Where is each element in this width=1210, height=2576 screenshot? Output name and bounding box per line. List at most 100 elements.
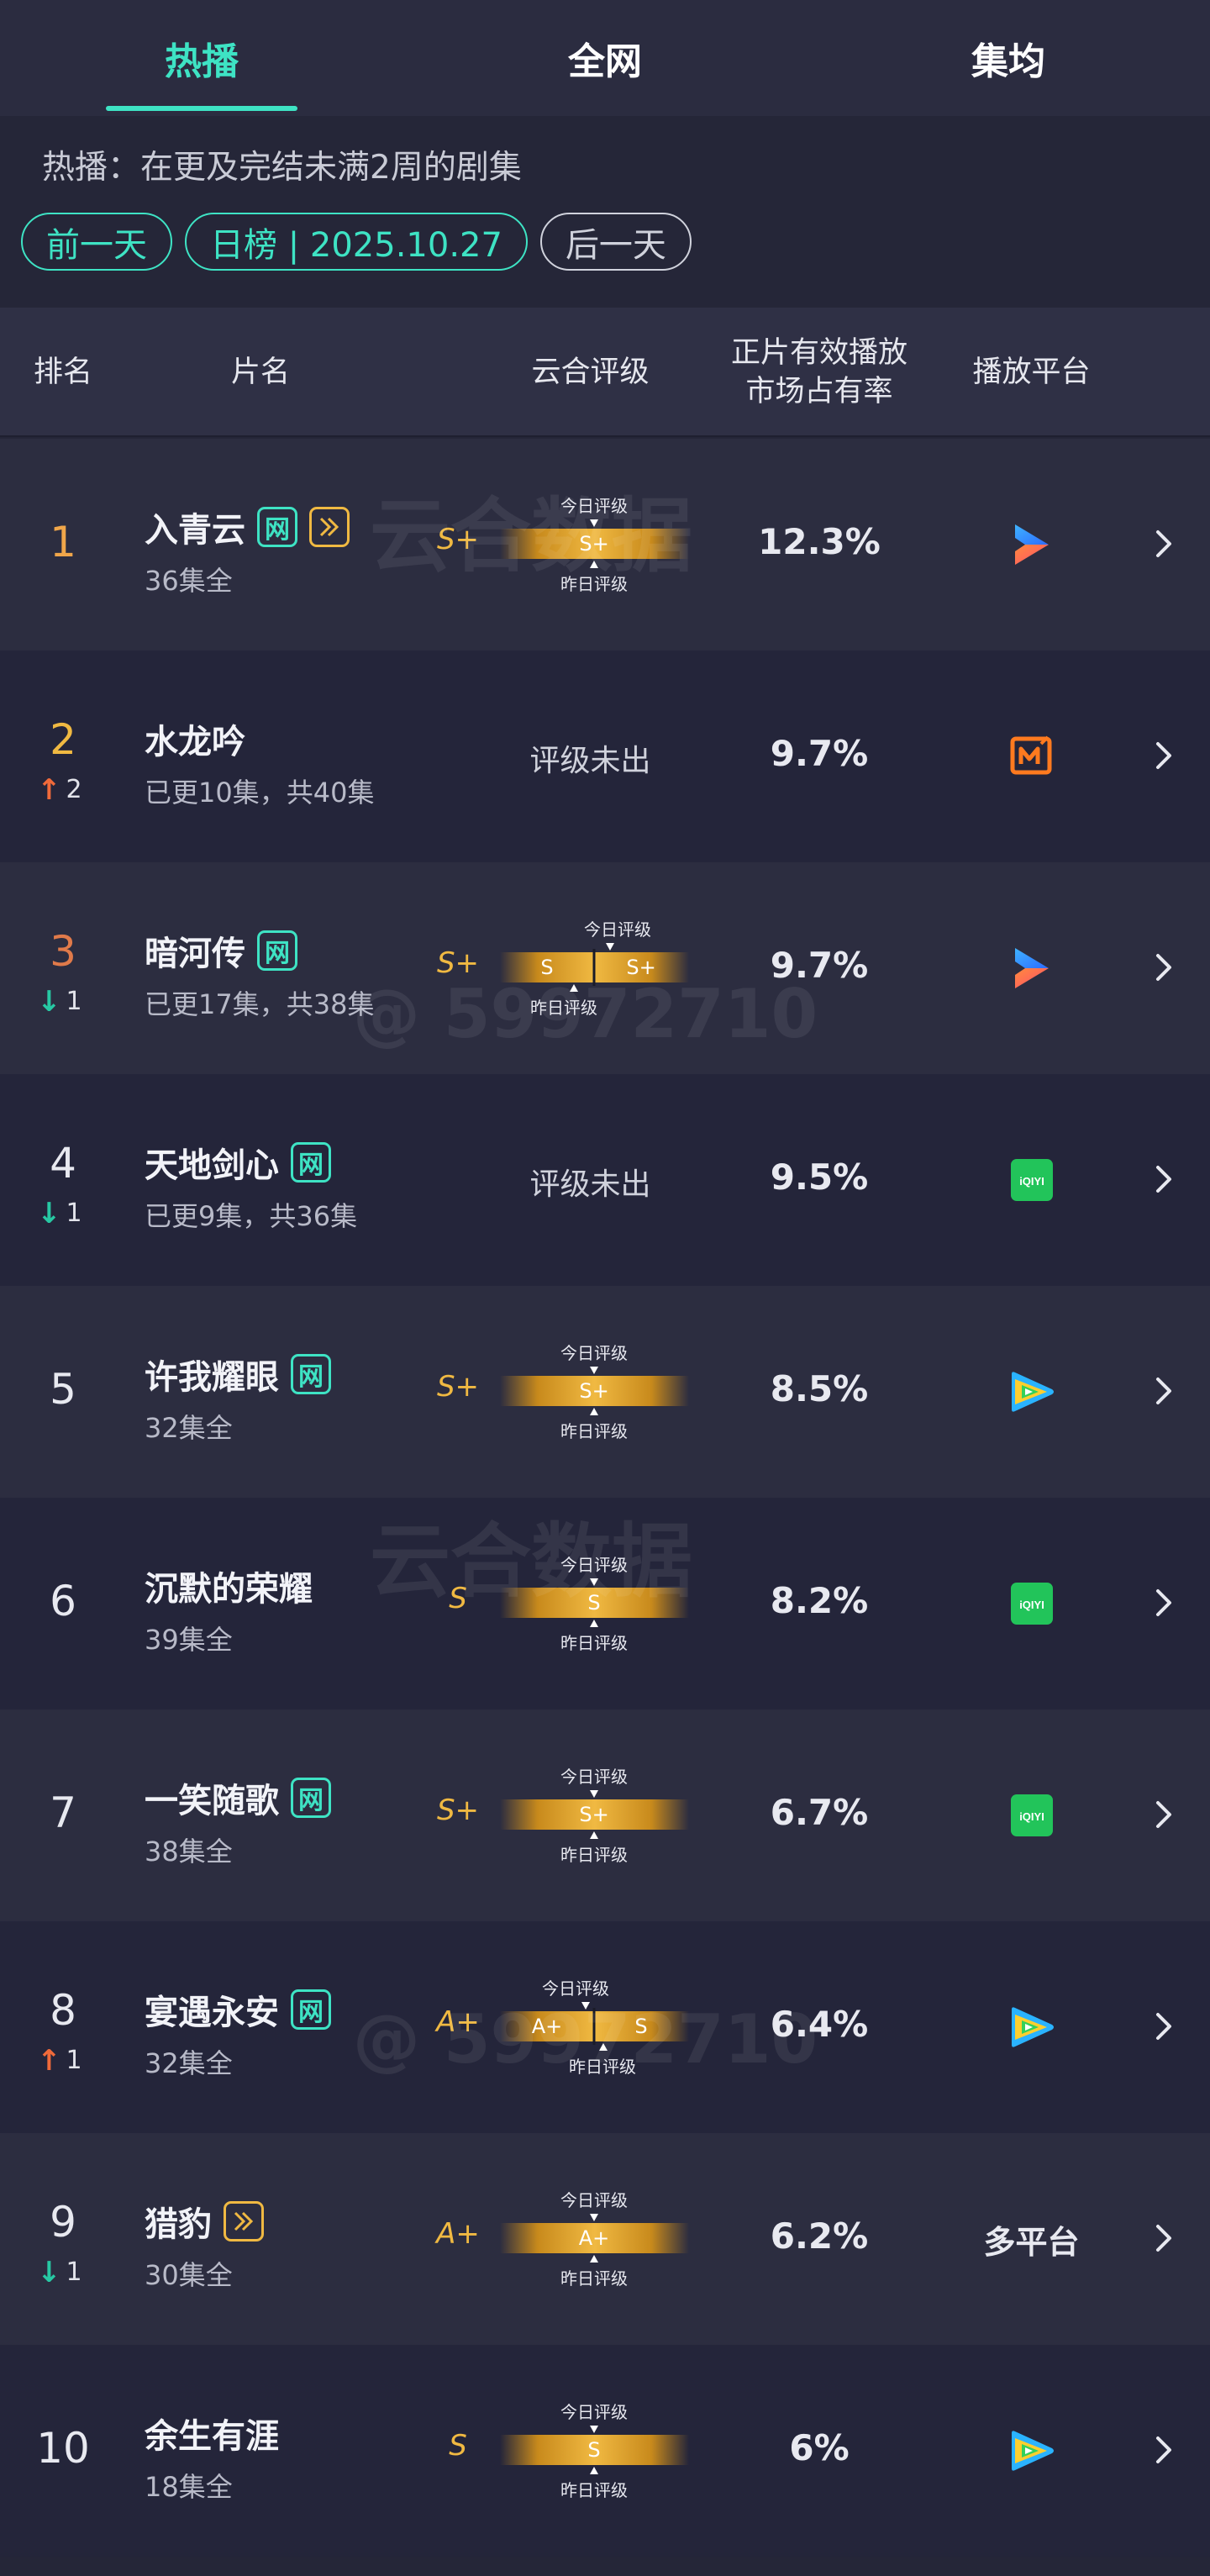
- market-share: 9.7%: [770, 945, 869, 986]
- rank-number: 3: [50, 927, 76, 976]
- drama-title[interactable]: 天地剑心: [145, 1138, 279, 1187]
- platform-cell[interactable]: [958, 2002, 1105, 2052]
- chevron-right-icon[interactable]: [1151, 949, 1176, 986]
- youku-icon: [1014, 948, 1049, 988]
- today-rating-label: 今日评级: [560, 2402, 628, 2422]
- drama-title-line: 猎豹: [145, 2197, 264, 2246]
- table-row[interactable]: 5 许我耀眼网 32集全 S+ 今日评级 S+ 昨日评级 8.5%: [0, 1286, 1210, 1498]
- rating-bar: 今日评级 A+ 昨日评级: [500, 2190, 689, 2289]
- drama-title[interactable]: 一笑随歌: [145, 1773, 279, 1822]
- yesterday-rating-label: 昨日评级: [560, 1421, 628, 1441]
- today-rating-label: 今日评级: [560, 1343, 628, 1363]
- header-platform: 播放平台: [972, 356, 1091, 389]
- market-share: 6%: [789, 2427, 850, 2468]
- chevron-right-icon[interactable]: [1151, 1584, 1176, 1621]
- rating-bar: 今日评级 S+ 昨日评级: [500, 1343, 689, 1441]
- drama-title[interactable]: 水龙吟: [145, 714, 245, 763]
- tencent-video-icon: [1011, 1372, 1054, 1412]
- chevron-right-icon[interactable]: [1151, 2220, 1176, 2257]
- drama-title-line: 宴遇永安网: [145, 1985, 331, 2034]
- platform-cell[interactable]: iQIYI: [958, 1155, 1105, 1205]
- chevron-right-icon[interactable]: [1151, 1161, 1176, 1198]
- youku-icon: [1014, 524, 1049, 565]
- today-rating-label: 今日评级: [542, 1978, 609, 1999]
- platform-cell[interactable]: [958, 2426, 1105, 2476]
- today-rating-label: 今日评级: [560, 496, 628, 516]
- platform-cell[interactable]: [958, 731, 1105, 782]
- table-header: 排名 片名 云合评级 正片有效播放 市场占有率 播放平台: [0, 308, 1210, 437]
- drama-title[interactable]: 入青云: [145, 503, 245, 551]
- yesterday-rating-label: 昨日评级: [560, 2480, 628, 2500]
- rating-grade: S+: [436, 946, 480, 980]
- rating-grade: S+: [436, 523, 480, 556]
- rating-grade: S+: [436, 1794, 480, 1827]
- rank-number: 9: [50, 2198, 76, 2247]
- date-picker-button[interactable]: 日榜 | 2025.10.27: [185, 213, 528, 271]
- rank-number: 6: [50, 1577, 76, 1625]
- drama-title[interactable]: 猎豹: [145, 2197, 212, 2246]
- today-rating-label: 今日评级: [560, 2190, 628, 2210]
- rank-number: 10: [36, 2424, 90, 2473]
- table-row[interactable]: 9 ↓ 1 猎豹 30集全 A+ 今日评级 A+ 昨日评级 6.2% 多平台: [0, 2133, 1210, 2345]
- platform-cell[interactable]: iQIYI: [958, 1578, 1105, 1629]
- table-row[interactable]: 1 入青云网 36集全 S+ 今日评级 S+ 昨日评级 12.3%: [0, 439, 1210, 651]
- chevron-right-icon[interactable]: [1151, 1796, 1176, 1833]
- network-drama-badge: 网: [257, 930, 297, 971]
- drama-title[interactable]: 宴遇永安: [145, 1985, 279, 2034]
- table-row[interactable]: 7 一笑随歌网 38集全 S+ 今日评级 S+ 昨日评级 6.7% iQIYI: [0, 1709, 1210, 1921]
- table-row[interactable]: 10 余生有涯 18集全 S 今日评级 S 昨日评级 6%: [0, 2345, 1210, 2557]
- market-share: 8.5%: [770, 1368, 869, 1409]
- tab-all-network[interactable]: 全网: [403, 0, 807, 116]
- chevron-right-icon[interactable]: [1151, 737, 1176, 774]
- episode-info: 36集全: [145, 565, 233, 597]
- ranking-list: 1 入青云网 36集全 S+ 今日评级 S+ 昨日评级 12.3% 2 ↑ 2 水龙吟 已更10集，共4…: [0, 439, 1210, 2557]
- network-drama-badge: 网: [291, 1142, 331, 1183]
- today-rating-value: S+: [626, 956, 655, 979]
- yesterday-rating-label: 昨日评级: [560, 2268, 628, 2289]
- episode-info: 32集全: [145, 2047, 233, 2079]
- rank-number: 4: [50, 1139, 76, 1188]
- yesterday-rating-label: 昨日评级: [560, 1845, 628, 1865]
- previous-day-button[interactable]: 前一天: [21, 213, 172, 271]
- platform-cell[interactable]: [958, 943, 1105, 993]
- episode-info: 已更10集，共40集: [145, 777, 375, 809]
- next-day-button[interactable]: 后一天: [539, 213, 692, 271]
- rating-bar: S S+ 今日评级昨日评级: [500, 919, 689, 1018]
- drama-title-line: 入青云网: [145, 503, 350, 551]
- drama-title[interactable]: 暗河传: [145, 926, 245, 975]
- header-share-line1: 正片有效播放: [730, 336, 908, 370]
- yesterday-rating-value: S: [540, 956, 553, 979]
- platform-cell[interactable]: iQIYI: [958, 1790, 1105, 1841]
- chevron-right-icon[interactable]: [1151, 525, 1176, 562]
- table-row[interactable]: 8 ↑ 1 宴遇永安网 32集全 A+ 今日评级 A+ S 昨日评级 6.4%: [0, 1921, 1210, 2133]
- platform-cell[interactable]: [958, 519, 1105, 570]
- table-row[interactable]: 6 沉默的荣耀 39集全 S 今日评级 S 昨日评级 8.2% iQIYI: [0, 1498, 1210, 1709]
- episode-info: 39集全: [145, 1624, 233, 1656]
- table-row[interactable]: 2 ↑ 2 水龙吟 已更10集，共40集 评级未出 9.7%: [0, 651, 1210, 862]
- episode-info: 30集全: [145, 2259, 233, 2291]
- market-share: 6.2%: [770, 2215, 869, 2257]
- chevron-right-icon[interactable]: [1151, 2431, 1176, 2468]
- drama-title[interactable]: 余生有涯: [145, 2409, 279, 2457]
- chevron-right-icon[interactable]: [1151, 1372, 1176, 1409]
- market-share: 6.4%: [770, 2004, 869, 2045]
- rank-change: ↓ 1: [37, 1198, 82, 1228]
- date-navigation: 前一天 日榜 | 2025.10.27 后一天: [21, 213, 692, 271]
- header-rank: 排名: [33, 356, 92, 389]
- fast-forward-badge-icon: [224, 2201, 264, 2241]
- rank-change-value: 1: [66, 2046, 82, 2075]
- tab-hot[interactable]: 热播: [0, 0, 403, 116]
- drama-title[interactable]: 沉默的荣耀: [145, 1562, 313, 1610]
- table-row[interactable]: 3 ↓ 1 暗河传网已更17集，共38集 S+ S S+ 今日评级 昨日评级 9.7%: [0, 862, 1210, 1074]
- tab-episode-average[interactable]: 集均: [807, 0, 1210, 116]
- tencent-video-icon: [1011, 2007, 1054, 2047]
- platform-cell[interactable]: [958, 1367, 1105, 1417]
- chevron-right-icon[interactable]: [1151, 2008, 1176, 2045]
- yesterday-rating-value: S: [634, 2015, 647, 2038]
- platform-cell[interactable]: 多平台: [958, 2214, 1105, 2264]
- market-share: 9.5%: [770, 1156, 869, 1198]
- rating-value: S: [587, 1591, 600, 1615]
- drama-title[interactable]: 许我耀眼: [145, 1350, 279, 1399]
- svg-text:iQIYI: iQIYI: [1019, 1599, 1044, 1611]
- table-row[interactable]: 4 ↓ 1 天地剑心网已更9集，共36集 评级未出 9.5% iQIYI: [0, 1074, 1210, 1286]
